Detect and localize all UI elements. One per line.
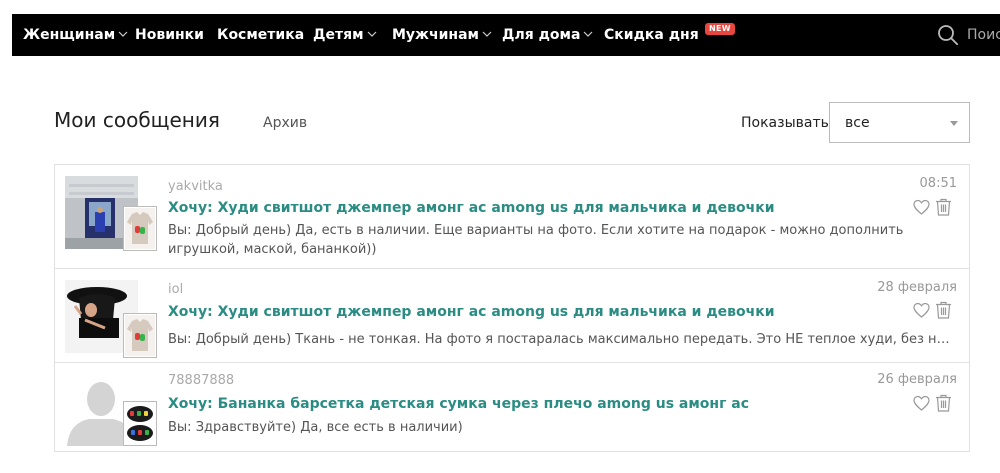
nav-item-label: Новинки [135, 27, 204, 43]
message-time: 08:51 [919, 176, 957, 191]
message-row[interactable]: yakvitka Хочу: Худи свитшот джемпер амон… [55, 165, 969, 269]
product-thumbnail [123, 401, 157, 446]
nav-item-women[interactable]: Женщинам [23, 14, 128, 56]
nav-item-label: Женщинам [23, 27, 116, 43]
chevron-down-icon [367, 31, 376, 37]
message-row[interactable]: iol Хочу: Худи свитшот джемпер амонг ас … [55, 269, 969, 363]
trash-icon[interactable] [935, 301, 952, 319]
message-preview: Вы: Добрый день) Ткань - не тонкая. На ф… [168, 332, 956, 347]
nav-item-label: Для дома [502, 27, 581, 43]
nav-item-deal-of-day[interactable]: Скидка дня [604, 14, 699, 56]
page-title: Мои сообщения [54, 108, 220, 132]
nav-item-cosmetics[interactable]: Косметика [217, 14, 304, 56]
message-time: 26 февраля [877, 372, 957, 387]
new-badge: NEW [705, 23, 735, 35]
nav-item-men[interactable]: Мужчинам [392, 14, 492, 56]
nav-item-new[interactable]: Новинки [135, 14, 204, 56]
show-filter-label: Показывать: [741, 115, 834, 131]
sender-name: yakvitka [168, 179, 223, 194]
message-subject-link[interactable]: Хочу: Худи свитшот джемпер амонг ас amon… [168, 304, 775, 320]
message-subject-link[interactable]: Хочу: Бананка барсетка детская сумка чер… [168, 396, 749, 412]
heart-icon[interactable] [913, 199, 930, 216]
sender-name: 78887888 [168, 373, 235, 388]
triangle-down-icon [950, 121, 958, 126]
hoodie-thumbnail-image [125, 315, 155, 356]
nav-item-kids[interactable]: Детям [313, 14, 377, 56]
chevron-down-icon [482, 31, 492, 37]
chevron-down-icon [583, 31, 593, 37]
chevron-down-icon [118, 31, 128, 37]
message-row[interactable]: 78887888 Хочу: Бананка барсетка детская … [55, 363, 969, 451]
nav-item-home[interactable]: Для дома [502, 14, 593, 56]
message-list: yakvitka Хочу: Худи свитшот джемпер амон… [54, 164, 970, 452]
bag-thumbnail-image [125, 403, 155, 444]
top-navigation: Женщинам Новинки Косметика Детям Мужчина… [12, 14, 1000, 56]
nav-item-label: Детям [313, 27, 364, 43]
archive-link[interactable]: Архив [263, 115, 307, 131]
message-preview: Вы: Здравствуйте) Да, все есть в наличии… [168, 420, 463, 435]
nav-item-label: Мужчинам [392, 27, 479, 43]
product-thumbnail [123, 313, 157, 358]
search-input[interactable] [967, 14, 1000, 56]
heart-icon[interactable] [913, 302, 930, 319]
search-icon[interactable] [937, 24, 959, 46]
show-filter-select[interactable]: все [829, 102, 970, 143]
nav-item-label: Косметика [217, 27, 305, 43]
heart-icon[interactable] [913, 395, 930, 412]
trash-icon[interactable] [935, 394, 952, 412]
message-time: 28 февраля [877, 280, 957, 295]
message-preview: Вы: Добрый день) Да, есть в наличии. Еще… [168, 223, 904, 257]
sender-name: iol [168, 282, 184, 297]
product-thumbnail [123, 206, 157, 251]
nav-item-label: Скидка дня [604, 27, 699, 43]
trash-icon[interactable] [935, 198, 952, 216]
message-subject-link[interactable]: Хочу: Худи свитшот джемпер амонг ас amon… [168, 200, 775, 216]
show-filter-value: все [845, 115, 870, 131]
hoodie-thumbnail-image [125, 208, 155, 249]
